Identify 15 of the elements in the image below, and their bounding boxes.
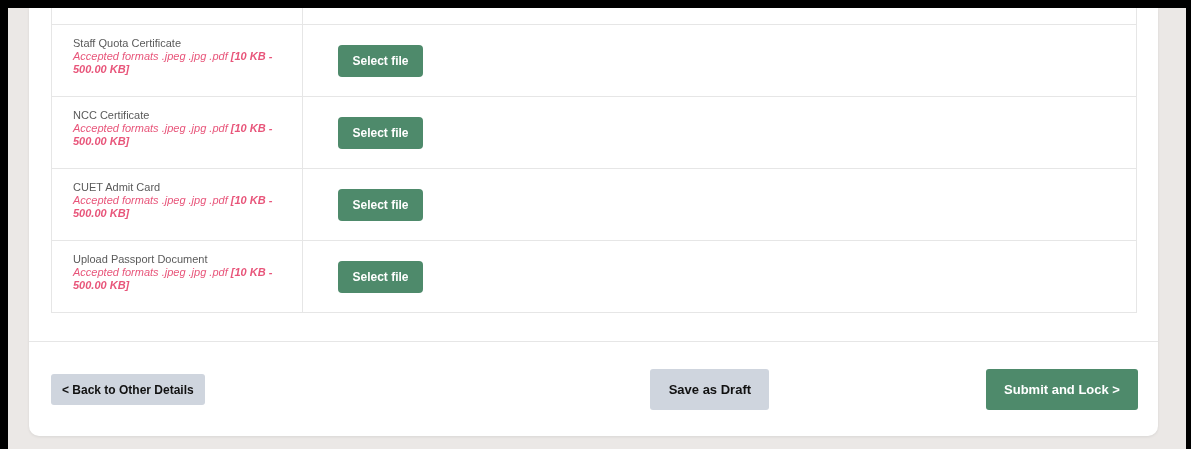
format-hint: Accepted formats .jpeg .jpg .pdf [10 KB - 500.00 KB] <box>73 122 274 148</box>
back-button[interactable]: < Back to Other Details <box>51 374 205 405</box>
format-hint: Accepted formats .jpeg .jpg .pdf [10 KB - 500.00 KB] <box>73 50 274 76</box>
select-file-button[interactable]: Select file <box>338 117 423 149</box>
submit-button[interactable]: Submit and Lock > <box>986 369 1138 410</box>
document-label: CUET Admit Card <box>73 181 162 194</box>
document-label: Staff Quota Certificate <box>73 37 183 50</box>
format-hint: Accepted formats .jpeg .jpg .pdf [10 KB - 500.00 KB] <box>73 266 274 292</box>
document-label: NCC Certificate <box>73 109 151 122</box>
format-hint: Accepted formats .jpeg .jpg .pdf [10 KB - 500.00 KB] <box>73 194 274 220</box>
select-file-button[interactable]: Select file <box>338 45 423 77</box>
save-draft-button[interactable]: Save as Draft <box>650 369 770 410</box>
select-file-button[interactable]: Select file <box>338 189 423 221</box>
select-file-button[interactable]: Select file <box>338 261 423 293</box>
document-label: Upload Passport Document <box>73 253 209 266</box>
